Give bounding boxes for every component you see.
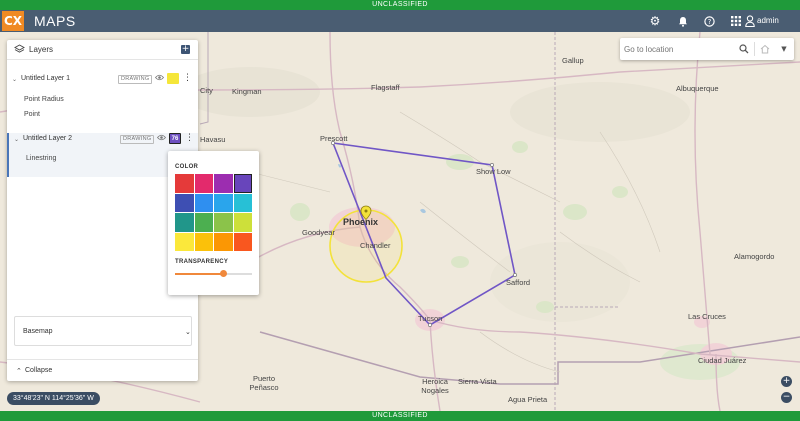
layers-icon [14,44,25,53]
color-swatch-option[interactable] [233,213,252,232]
layer-type-badge: DRAWING [120,135,155,144]
chevron-up-icon: ⌃ [16,367,22,375]
layer-feature-item[interactable]: Point [24,111,40,118]
zoom-out-button[interactable]: − [781,392,792,403]
map-label: Phoenix [343,217,379,227]
map-label: Sierra Vista [458,377,497,386]
transparency-slider-handle[interactable] [219,270,227,277]
divider [754,42,755,56]
map-label: Chandler [360,241,391,250]
apps-grid-icon[interactable] [728,13,744,29]
collapse-button[interactable]: ⌃ Collapse [7,359,198,381]
chevron-down-icon[interactable]: ⌄ [185,317,191,347]
layer-feature-item[interactable]: Point Radius [24,96,64,103]
color-swatch-option[interactable] [214,213,233,232]
collapse-label: Collapse [25,367,53,374]
color-swatch-option[interactable] [194,232,213,251]
layers-panel-header: Layers + [7,40,198,60]
color-swatch-option[interactable] [233,174,252,193]
layer-name[interactable]: Untitled Layer 2 [23,135,72,142]
settings-icon[interactable]: ⚙ [647,13,663,29]
layer-color-swatch[interactable]: 76 [169,133,181,144]
help-icon[interactable]: ? [701,13,717,29]
map-label: Gallup [562,56,584,65]
search-icon[interactable] [737,41,751,57]
color-swatch-option[interactable] [233,232,252,251]
map-label: Heroica Nogales [421,377,449,395]
color-swatch-option[interactable] [175,213,194,232]
location-search-input[interactable] [624,41,736,57]
color-swatch-grid [175,174,252,251]
map-label: Tucson [418,314,443,323]
map-label: Kingman [232,87,262,96]
map-label: Prescott [320,134,348,143]
color-swatch-option[interactable] [214,193,233,212]
more-options-icon[interactable]: ⋮ [183,73,192,83]
map-label: Ciudad Juárez [698,356,747,365]
map-label: Goodyear [302,228,335,237]
layer-type-badge: DRAWING [118,75,153,84]
color-swatch-option[interactable] [194,213,213,232]
color-swatch-option[interactable] [175,193,194,212]
classification-banner-bottom: UNCLASSIFIED [0,411,800,421]
color-swatch-option[interactable] [175,174,194,193]
transparency-slider-fill [175,273,223,275]
layer-name[interactable]: Untitled Layer 1 [21,75,70,82]
layer-feature-item[interactable]: Linestring [26,155,56,162]
visibility-eye-icon[interactable] [154,74,165,83]
map-label: Safford [506,278,531,287]
layers-panel-title: Layers [29,45,54,54]
color-heading: COLOR [175,164,199,170]
map-label: Albuquerque [676,84,719,93]
color-picker-popover: COLOR TRANSPARENCY [168,151,259,295]
basemap-selector[interactable]: Basemap ⌄ [14,316,192,346]
app-logo[interactable]: CX [2,11,24,31]
chevron-down-icon[interactable]: ⌄ [14,136,19,143]
location-search: ▼ [620,38,794,60]
bell-icon[interactable] [675,13,691,29]
map-label: City [200,86,213,95]
color-swatch-option[interactable] [233,193,252,212]
basemap-label: Basemap [23,328,53,335]
chevron-down-icon[interactable]: ▼ [778,41,790,57]
add-layer-button[interactable]: + [181,45,190,54]
more-options-icon[interactable]: ⋮ [185,133,194,143]
color-swatch-option[interactable] [175,232,194,251]
coordinate-readout: 33°48'23" N 114°25'36" W [7,392,100,405]
username[interactable]: admin [757,10,779,32]
layer-color-swatch[interactable] [167,73,179,84]
visibility-eye-icon[interactable] [156,134,167,143]
app-title: MAPS [34,13,76,29]
zoom-in-button[interactable]: + [781,376,792,387]
map-label: Agua Prieta [508,395,548,404]
svg-text:?: ? [707,18,711,26]
user-icon[interactable] [745,15,755,27]
color-swatch-option[interactable] [194,193,213,212]
map-label: Puerto Peñasco [249,374,279,392]
color-swatch-option[interactable] [214,232,233,251]
map-label: Show Low [476,167,511,176]
classification-banner-top: UNCLASSIFIED [0,0,800,10]
color-swatch-option[interactable] [214,174,233,193]
transparency-slider[interactable] [175,270,252,277]
chevron-down-icon[interactable]: ⌄ [12,76,17,83]
map-label: Flagstaff [371,83,400,92]
map-label: Alamogordo [734,252,775,261]
map-label: Las Cruces [688,312,726,321]
map-label: Havasu [200,135,226,144]
transparency-heading: TRANSPARENCY [175,259,229,265]
color-swatch-option[interactable] [194,174,213,193]
layer-row[interactable]: ⌄ Untitled Layer 1 DRAWING ⋮ Point Radiu… [7,73,198,129]
app-header: CX MAPS ⚙ ? admin [0,10,800,32]
home-icon[interactable] [758,41,772,57]
